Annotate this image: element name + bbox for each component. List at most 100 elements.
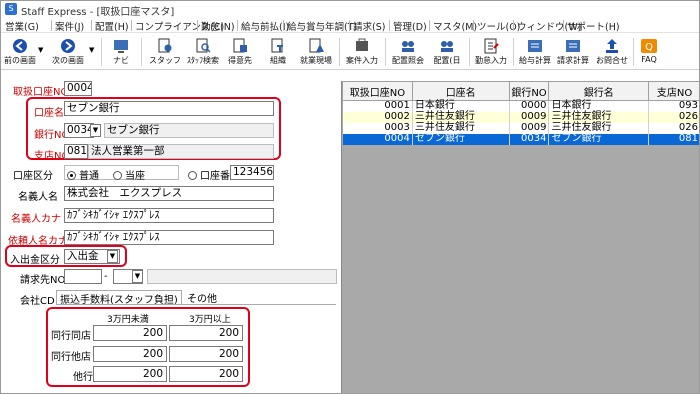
bill-to-dropdown-icon[interactable]: ▼ xyxy=(132,270,143,283)
grid-row[interactable]: 0002 三井住友銀行 0009 三井住友銀行 026 xyxy=(342,111,699,123)
grid-cell-bank-no: 0000 xyxy=(509,100,550,112)
account-name-field[interactable]: セブン銀行 xyxy=(64,101,274,116)
menu-salary[interactable]: 給与賞与年調(T) xyxy=(287,19,357,33)
assign-day-button[interactable]: 配置(日 xyxy=(429,34,465,70)
client-button[interactable]: 得意先 xyxy=(223,34,257,70)
radio-dot-icon xyxy=(188,171,197,180)
site-button[interactable]: 就業現場 xyxy=(297,34,335,70)
fee-row-label: 同行同店 xyxy=(51,331,91,342)
grid-row[interactable]: 0001 日本銀行 0000 日本銀行 093 xyxy=(342,100,699,112)
grid-header-branch-no[interactable]: 支店NO xyxy=(648,81,699,101)
menu-admin[interactable]: 管理(D) xyxy=(393,19,427,33)
back-arrow-icon xyxy=(13,39,27,53)
grid-header-account-no[interactable]: 取扱口座NO xyxy=(342,81,413,101)
account-type-label: 口座区分 xyxy=(13,171,53,182)
radio-dot-icon xyxy=(67,171,76,180)
fee-over-field[interactable]: 200 xyxy=(169,346,243,362)
upload-icon xyxy=(606,39,618,53)
assign-inquiry-icon xyxy=(402,41,414,52)
account-number-field[interactable]: 1234567 xyxy=(230,165,274,180)
grid-row[interactable]: 0004 セブン銀行 0034 セブン銀行 081 xyxy=(342,133,699,145)
requester-kana-field[interactable]: ｶﾌﾞｼｷｶﾞｲｼｬ ｴｸｽﾌﾟﾚｽ xyxy=(64,230,274,245)
radio-ordinary[interactable]: 普通 xyxy=(67,167,99,182)
menu-sales[interactable]: 営業(G) xyxy=(5,19,39,33)
menu-master[interactable]: マスタ(M) xyxy=(433,19,477,33)
forward-arrow-icon xyxy=(61,39,75,53)
bill-to-name-display xyxy=(147,269,337,284)
staff-search-icon xyxy=(196,38,211,53)
inout-dropdown-icon[interactable]: ▼ xyxy=(107,250,118,263)
grid-cell-account-no: 0001 xyxy=(342,100,413,112)
back-button[interactable]: 前の画面 xyxy=(3,34,37,70)
grid-header-account-name[interactable]: 口座名 xyxy=(411,81,510,101)
attendance-icon xyxy=(484,38,499,54)
bill-to-label: 請求先NO xyxy=(20,275,66,286)
grid-cell-branch-no: 093 xyxy=(648,100,699,112)
fee-over-field[interactable]: 200 xyxy=(169,366,243,382)
billing-calc-icon xyxy=(566,40,580,52)
grid-header-bank-no[interactable]: 銀行NO xyxy=(508,81,550,101)
grid-cell-bank-no: 0009 xyxy=(509,122,550,134)
account-list-grid: 取扱口座NO 口座名 銀行NO 銀行名 支店NO 0001 日本銀行 0000 日本銀… xyxy=(341,81,699,393)
svg-text:Q: Q xyxy=(645,42,653,53)
company-cd-label: 会社CD xyxy=(20,296,55,307)
bank-no-dropdown-icon[interactable]: ▼ xyxy=(90,124,101,137)
grid-row[interactable]: 0003 三井住友銀行 0009 三井住友銀行 026 xyxy=(342,122,699,134)
grid-cell-bank-no: 0009 xyxy=(509,111,550,123)
case-input-icon xyxy=(356,38,368,51)
grid-cell-bank-no: 0034 xyxy=(509,133,550,145)
menu-attendance[interactable]: 勤怠(N) xyxy=(201,19,235,33)
menu-support[interactable]: サポート(H) xyxy=(567,19,620,33)
tab-transfer-fee[interactable]: 振込手数料(スタッフ負担) xyxy=(56,290,182,306)
fee-row-label: 他行 xyxy=(73,372,93,383)
bill-to-sep: - xyxy=(104,271,108,282)
grid-cell-account-no: 0002 xyxy=(342,111,413,123)
staff-search-button[interactable]: ｽﾀｯﾌ検索 xyxy=(185,34,221,70)
client-icon xyxy=(233,38,247,53)
faq-button[interactable]: Q FAQ xyxy=(637,34,661,70)
contact-button[interactable]: お問合せ xyxy=(593,34,631,70)
next-button[interactable]: 次の画面 xyxy=(49,34,87,70)
salary-calc-icon xyxy=(528,40,542,52)
branch-no-field[interactable]: 081 xyxy=(64,144,88,159)
staff-icon xyxy=(158,38,172,53)
account-no-field[interactable]: 0004 xyxy=(64,81,92,96)
grid-header-bank-name[interactable]: 銀行名 xyxy=(548,81,650,101)
monitor-icon xyxy=(114,40,128,53)
grid-cell-branch-no: 026 xyxy=(648,111,699,123)
salary-calc-button[interactable]: 給与計算 xyxy=(517,34,553,70)
org-button[interactable]: 組織 xyxy=(261,34,295,70)
radio-checking[interactable]: 当座 xyxy=(113,167,145,182)
grid-cell-account-name: 日本銀行 xyxy=(412,100,510,112)
account-name-label: 口座名 xyxy=(34,108,64,119)
site-icon xyxy=(309,38,324,53)
window-title: Staff Express - [取扱口座マスタ] xyxy=(21,7,175,18)
fee-under-field[interactable]: 200 xyxy=(93,366,167,382)
grid-cell-branch-no: 026 xyxy=(648,122,699,134)
menu-case[interactable]: 案件(J) xyxy=(55,19,84,33)
billing-calc-button[interactable]: 請求計算 xyxy=(555,34,591,70)
back-dropdown-icon[interactable]: ▼ xyxy=(38,46,43,54)
attendance-input-button[interactable]: 勤怠入力 xyxy=(473,34,509,70)
grid-cell-account-no: 0004 xyxy=(342,133,413,145)
next-dropdown-icon[interactable]: ▼ xyxy=(89,46,94,54)
case-input-button[interactable]: 案件入力 xyxy=(343,34,381,70)
fee-over-field[interactable]: 200 xyxy=(169,325,243,341)
nav-button[interactable]: ナビ xyxy=(107,34,135,70)
holder-kana-label: 名義人カナ xyxy=(11,214,61,225)
holder-field[interactable]: 株式会社 エクスプレス xyxy=(64,186,274,201)
grid-cell-branch-no: 081 xyxy=(648,133,699,145)
fee-col-over: 3万円以上 xyxy=(189,315,231,325)
fee-under-field[interactable]: 200 xyxy=(93,346,167,362)
holder-label: 名義人名 xyxy=(18,192,58,203)
menu-advance-pay[interactable]: 給与前払(I) xyxy=(241,19,289,33)
holder-kana-field[interactable]: ｶﾌﾞｼｷｶﾞｲｼｬ ｴｸｽﾌﾟﾚｽ xyxy=(64,208,274,223)
assign-inquiry-button[interactable]: 配置照会 xyxy=(389,34,427,70)
staff-button[interactable]: スタッフ xyxy=(147,34,183,70)
bill-to-field[interactable] xyxy=(64,269,102,284)
branch-name-display: 法人営業第一部 xyxy=(88,144,274,159)
tab-other[interactable]: その他 xyxy=(184,290,220,305)
fee-under-field[interactable]: 200 xyxy=(93,325,167,341)
menu-billing[interactable]: 請求(S) xyxy=(353,19,385,33)
menu-assign[interactable]: 配置(H) xyxy=(95,19,129,33)
